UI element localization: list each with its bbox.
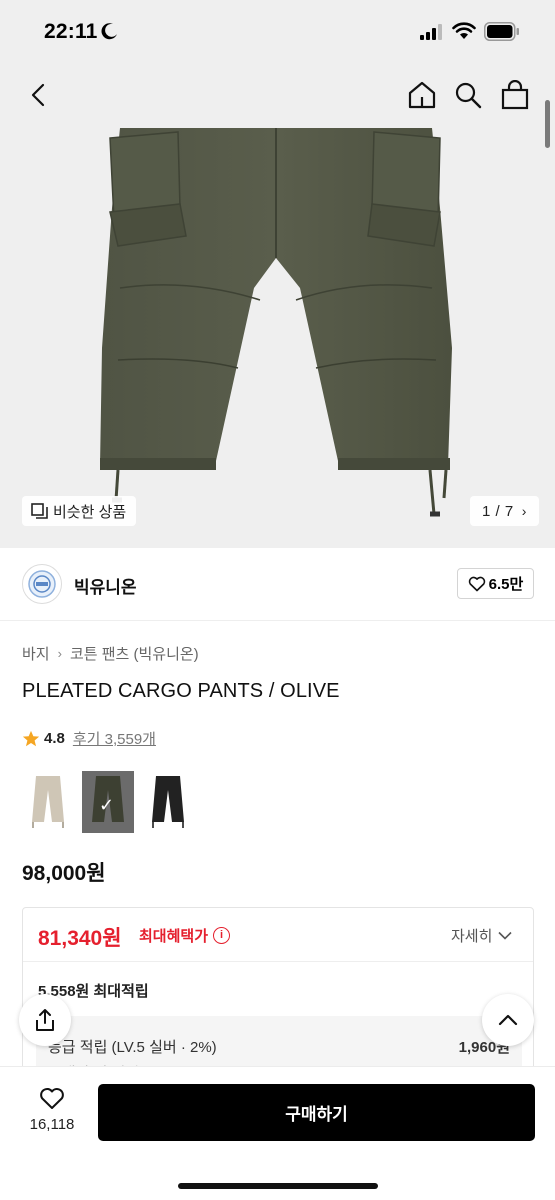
back-button[interactable] [18,75,58,115]
brand-like-button[interactable]: 6.5만 [457,568,534,599]
brand-logo[interactable] [22,564,62,604]
review-count-link[interactable]: 후기 3,559개 [73,728,156,749]
pants-thumbnail [152,776,184,828]
brand-logo-icon [28,570,56,598]
breadcrumb-subcategory[interactable]: 코튼 팬츠 (빅유니온) [70,643,199,664]
status-bar: 22:11 [0,0,555,64]
image-counter-button[interactable]: 1 / 7 › [470,496,539,526]
chevron-down-icon [498,931,512,940]
chevron-up-icon [498,1014,518,1026]
battery-icon [484,22,519,41]
swatch-black[interactable] [142,771,194,833]
heart-icon [468,576,485,591]
cart-button[interactable] [495,75,535,115]
top-nav [0,70,555,122]
scroll-to-top-button[interactable] [482,994,534,1046]
image-counter: 1 / 7 [482,502,514,520]
similar-products-label: 비슷한 상품 [53,503,127,521]
product-title: PLEATED CARGO PANTS / OLIVE [22,680,340,702]
max-benefit-price: 81,340원 [38,927,122,950]
home-icon [408,81,436,109]
product-image-area: 22:11 비슷한 상품 1 / 7 › [0,0,555,548]
product-like-button[interactable]: 16,118 [22,1081,82,1141]
bottom-action-bar: 16,118 구매하기 [0,1066,555,1200]
swatch-beige[interactable] [22,771,74,833]
breadcrumb: 바지 › 코튼 팬츠 (빅유니온) [22,643,199,664]
status-time: 22:11 [44,20,98,43]
heart-icon [40,1087,64,1109]
detail-label: 자세히 [451,928,493,945]
info-icon[interactable]: i [213,927,231,944]
scrollbar[interactable] [545,100,550,148]
chevron-right-icon: › [57,646,62,661]
benefit-header[interactable]: 81,340원 최대혜택가 i 자세히 [23,908,533,962]
search-button[interactable] [448,75,488,115]
brand-row: 빅유니온 6.5만 [0,548,555,621]
share-button[interactable] [19,994,71,1046]
chevron-left-icon [31,83,45,107]
home-button[interactable] [402,75,442,115]
star-icon [22,730,40,746]
pants-thumbnail [32,776,64,828]
points-row-label: 등급 적립 (LV.5 실버 · 2%) [48,1039,217,1056]
original-price: 98,000원 [22,862,106,885]
benefit-box: 81,340원 최대혜택가 i 자세히 5,558원 최대적립 등급 적립 (L… [22,907,534,1077]
similar-products-button[interactable]: 비슷한 상품 [22,496,137,526]
home-indicator [178,1183,378,1189]
chevron-right-icon: › [521,503,527,519]
moon-icon [101,23,117,40]
product-like-count: 16,118 [29,1116,75,1133]
share-icon [36,1009,54,1031]
shopping-bag-icon [501,80,529,110]
product-image[interactable] [0,128,555,548]
detail-toggle[interactable]: 자세히 [451,925,512,946]
max-benefit-label: 최대혜택가 i [139,925,231,946]
breadcrumb-category[interactable]: 바지 [22,643,50,664]
brand-name[interactable]: 빅유니온 [74,573,137,598]
search-icon [455,82,482,109]
color-swatches: ✓ [22,771,194,833]
rating-row: 4.8 후기 3,559개 [22,728,156,749]
rating-value: 4.8 [44,730,65,747]
signal-icon [420,24,442,40]
wifi-icon [452,22,476,39]
check-icon: ✓ [99,795,115,815]
max-benefit-text: 최대혜택가 [139,928,209,945]
swatch-olive[interactable]: ✓ [82,771,134,833]
brand-like-count: 6.5만 [488,576,524,593]
similar-items-icon [31,503,48,519]
buy-button[interactable]: 구매하기 [98,1084,535,1141]
